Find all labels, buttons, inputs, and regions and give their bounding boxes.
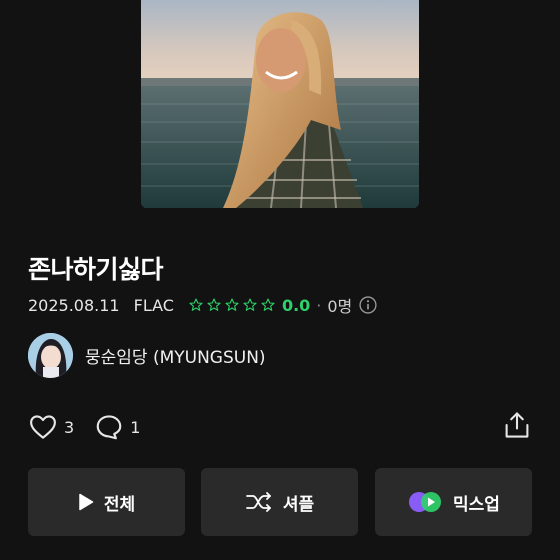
play-all-label: 전체	[103, 494, 136, 515]
shuffle-button[interactable]: 셔플	[201, 468, 358, 536]
album-cover-image	[141, 0, 419, 208]
shuffle-label: 셔플	[282, 494, 315, 515]
shuffle-icon	[245, 492, 271, 512]
comment-button[interactable]: 1	[94, 412, 140, 442]
action-buttons: 전체 셔플 믹스업	[28, 468, 532, 536]
artist-name: 뭉순임당 (MYUNGSUN)	[85, 347, 266, 368]
rating-count: 0명	[327, 297, 353, 316]
audio-format: FLAC	[133, 295, 174, 315]
play-all-button[interactable]: 전체	[28, 468, 185, 536]
star-icon[interactable]	[206, 297, 222, 313]
star-icon[interactable]	[260, 297, 276, 313]
album-detail-page: 존나하기싫다 2025.08.11 FLAC 0.0 · 0명 뭉순임당 (MY…	[0, 0, 560, 560]
star-icon[interactable]	[224, 297, 240, 313]
album-title: 존나하기싫다	[28, 255, 164, 284]
play-icon	[79, 493, 94, 511]
like-count: 3	[64, 417, 75, 437]
star-icon[interactable]	[188, 297, 204, 313]
like-button[interactable]: 3	[28, 412, 74, 442]
rating-value: 0.0	[281, 295, 311, 315]
mixup-button[interactable]: 믹스업	[375, 468, 532, 536]
comment-icon	[96, 415, 122, 440]
artist-avatar[interactable]	[28, 332, 73, 378]
release-date: 2025.08.11	[28, 295, 120, 315]
album-meta-row: 2025.08.11 FLAC 0.0 · 0명	[28, 292, 378, 318]
comment-count: 1	[130, 417, 141, 437]
mixup-icon	[409, 492, 442, 512]
share-icon[interactable]	[503, 410, 531, 440]
artist-avatar-image	[28, 332, 73, 378]
rating-stars[interactable]	[188, 297, 276, 313]
separator-dot: ·	[316, 295, 322, 315]
social-row: 3 1	[28, 410, 160, 444]
artist-link[interactable]: 뭉순임당 (MYUNGSUN)	[28, 332, 266, 378]
heart-icon	[30, 415, 56, 439]
info-icon[interactable]	[358, 295, 378, 315]
album-cover[interactable]	[141, 0, 419, 208]
mixup-label: 믹스업	[453, 494, 500, 515]
star-icon[interactable]	[242, 297, 258, 313]
